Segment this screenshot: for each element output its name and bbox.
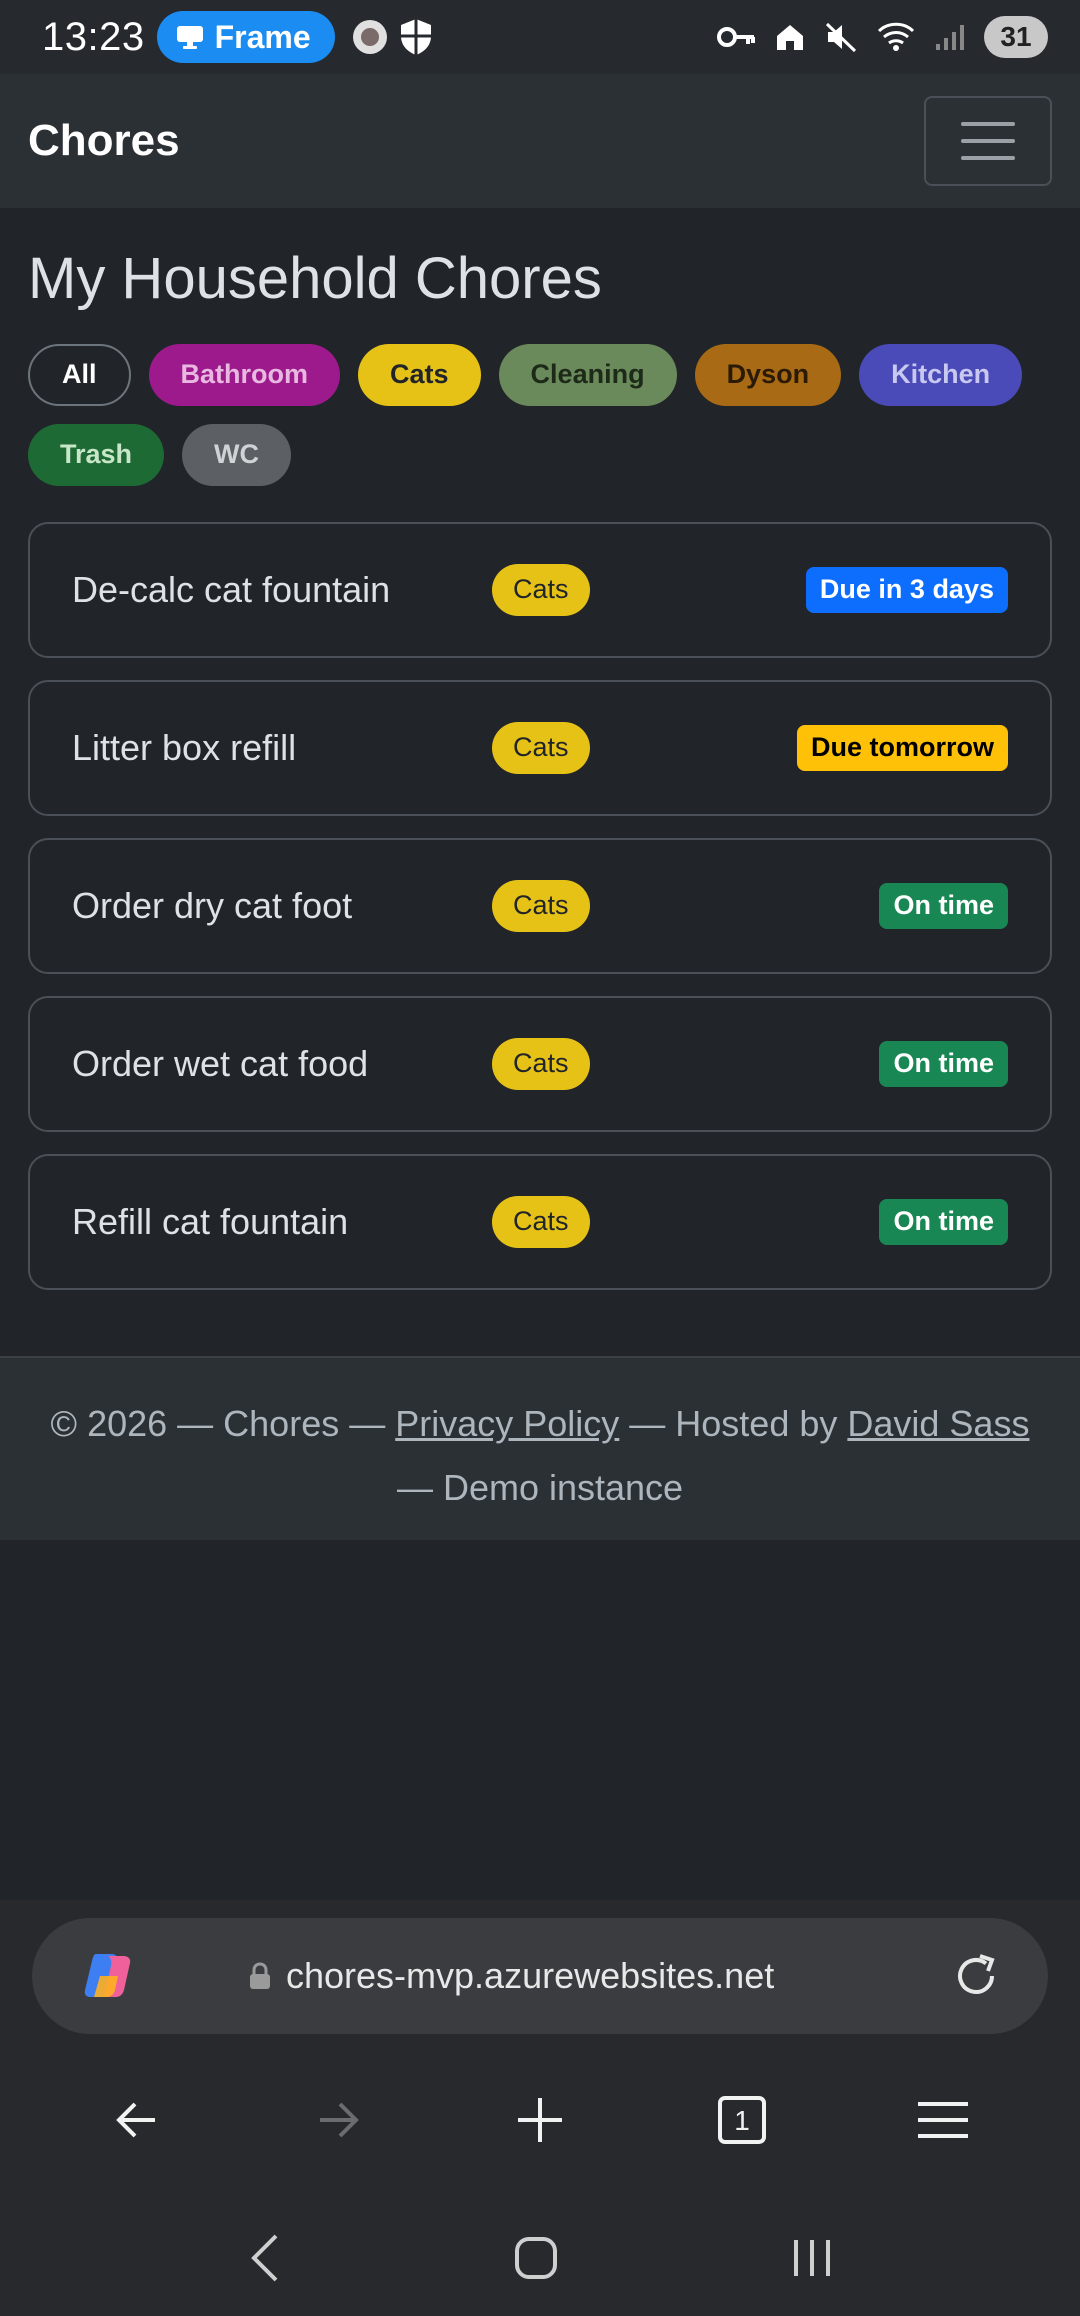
filter-chip-bathroom[interactable]: Bathroom: [148, 343, 341, 406]
plus-icon: [517, 2098, 562, 2142]
category-badge: Cats: [492, 563, 590, 616]
system-navigation: [0, 2200, 1080, 2316]
arrow-left-icon: [115, 2102, 155, 2138]
footer-hosted-text: — Hosted by: [619, 1403, 848, 1444]
system-back-icon[interactable]: [246, 2232, 282, 2284]
status-time: 13:23: [42, 14, 145, 59]
mute-icon: [825, 22, 857, 53]
notification-icons: [351, 17, 435, 57]
main-content: My Household Chores All Bathroom Cats Cl…: [28, 208, 1052, 1290]
chore-card[interactable]: Refill cat fountain Cats On time: [28, 1153, 1052, 1290]
arrow-right-icon: [320, 2102, 360, 2138]
system-recents-icon[interactable]: [790, 2236, 834, 2280]
chore-card[interactable]: Order dry cat foot Cats On time: [28, 837, 1052, 974]
filter-chip-trash[interactable]: Trash: [28, 423, 165, 486]
hamburger-icon: [961, 122, 1015, 160]
status-bar: 13:23 Frame 31: [0, 0, 1080, 74]
tabs-button[interactable]: 1: [687, 2065, 797, 2175]
privacy-policy-link[interactable]: Privacy Policy: [395, 1403, 619, 1444]
filter-chip-kitchen[interactable]: Kitchen: [859, 343, 1023, 406]
chore-card[interactable]: Litter box refill Cats Due tomorrow: [28, 679, 1052, 816]
page-title: My Household Chores: [28, 246, 602, 311]
chore-list: De-calc cat fountain Cats Due in 3 days …: [28, 521, 1052, 1290]
status-badge: On time: [879, 1198, 1008, 1245]
url-text: chores-mvp.azurewebsites.net: [286, 1955, 775, 1996]
browser-chrome: chores-mvp.azurewebsites.net 1: [0, 1900, 1080, 2316]
chore-name: De-calc cat fountain: [72, 568, 391, 610]
signal-icon: [936, 25, 964, 50]
frame-pill-label: Frame: [214, 18, 311, 55]
status-badge: On time: [879, 1040, 1008, 1087]
page-footer: © 2026 — Chores — Privacy Policy — Hoste…: [0, 1356, 1080, 1540]
status-badge: On time: [879, 882, 1008, 929]
filter-chip-cleaning[interactable]: Cleaning: [498, 343, 677, 406]
browser-toolbar: 1: [0, 2060, 1080, 2180]
category-badge: Cats: [492, 1037, 590, 1090]
key-icon: [717, 27, 755, 47]
filter-chip-dyson[interactable]: Dyson: [694, 343, 842, 406]
footer-demo-text: — Demo instance: [396, 1467, 684, 1508]
category-badge: Cats: [492, 1195, 590, 1248]
chore-card[interactable]: De-calc cat fountain Cats Due in 3 days: [28, 521, 1052, 658]
chore-name: Refill cat fountain: [72, 1200, 349, 1242]
copilot-icon[interactable]: [78, 1946, 138, 2006]
forward-button[interactable]: [283, 2065, 393, 2175]
category-badge: Cats: [492, 879, 590, 932]
filter-chip-all[interactable]: All: [28, 343, 131, 406]
home-icon: [777, 25, 803, 50]
wifi-icon: [877, 22, 915, 51]
filter-chip-wc[interactable]: WC: [182, 423, 292, 486]
menu-toggle-button[interactable]: [924, 96, 1052, 186]
system-home-icon[interactable]: [514, 2236, 558, 2280]
menu-icon: [918, 2102, 969, 2138]
brand-title[interactable]: Chores: [28, 116, 180, 166]
shield-icon: [400, 19, 431, 55]
frame-pill[interactable]: Frame: [156, 11, 335, 63]
app-avatar-icon: [352, 20, 387, 54]
battery-indicator: 31: [984, 16, 1048, 58]
category-badge: Cats: [492, 721, 590, 774]
chore-name: Order dry cat foot: [72, 884, 353, 926]
tab-count: 1: [734, 2105, 750, 2136]
chore-name: Litter box refill: [72, 726, 297, 768]
app-navbar: Chores: [0, 74, 1080, 208]
footer-copyright: © 2026 — Chores —: [50, 1403, 396, 1444]
back-button[interactable]: [82, 2065, 192, 2175]
tab-count-icon: 1: [717, 2096, 766, 2144]
chore-name: Order wet cat food: [72, 1042, 369, 1084]
status-badge: Due in 3 days: [805, 566, 1008, 613]
author-link[interactable]: David Sass: [847, 1403, 1029, 1444]
monitor-icon: [176, 26, 203, 49]
status-badge: Due tomorrow: [796, 724, 1008, 771]
chore-card[interactable]: Order wet cat food Cats On time: [28, 995, 1052, 1132]
filter-chip-cats[interactable]: Cats: [358, 343, 481, 406]
address-bar[interactable]: chores-mvp.azurewebsites.net: [32, 1918, 1048, 2034]
category-filters: All Bathroom Cats Cleaning Dyson Kitchen…: [28, 343, 1052, 486]
lock-icon: [250, 1962, 270, 1989]
new-tab-button[interactable]: [485, 2065, 595, 2175]
reload-icon[interactable]: [950, 1950, 1002, 2002]
browser-menu-button[interactable]: [888, 2065, 998, 2175]
